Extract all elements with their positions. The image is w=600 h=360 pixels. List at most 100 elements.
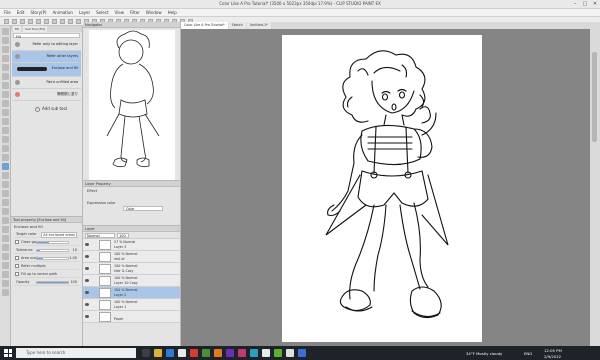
eye-icon[interactable]	[85, 267, 89, 270]
app-icon[interactable]	[298, 349, 306, 357]
tool-icon[interactable]	[1, 190, 9, 197]
tool-icon[interactable]	[1, 271, 9, 278]
language-indicator[interactable]: ENG	[524, 351, 532, 356]
tool-icon[interactable]	[1, 145, 9, 152]
tool-icon[interactable]	[1, 127, 9, 134]
expression-color-select[interactable]: Color	[123, 206, 163, 211]
layer-opacity-field[interactable]: 100	[117, 232, 129, 238]
tool-icon[interactable]	[1, 235, 9, 242]
close-button[interactable]: ✕	[590, 0, 600, 9]
doc-tab-main[interactable]: Color Like A Pro Tutorial*	[181, 22, 228, 29]
navigator-preview[interactable]	[89, 30, 175, 180]
canvas-page[interactable]	[282, 35, 482, 342]
minimize-button[interactable]: –	[570, 0, 580, 9]
app-icon[interactable]	[238, 349, 246, 357]
eye-icon[interactable]	[85, 303, 89, 306]
area-scaling-slider[interactable]	[36, 257, 69, 260]
eye-icon[interactable]	[85, 279, 89, 282]
tab-fill[interactable]: Fill	[13, 26, 22, 32]
menu-help[interactable]: Help	[168, 10, 177, 15]
command-bar-icon[interactable]	[4, 19, 9, 24]
store-icon[interactable]	[178, 349, 186, 357]
menu-layer[interactable]: Layer	[79, 10, 90, 15]
command-bar-icon[interactable]	[60, 19, 65, 24]
clock-date[interactable]: 2/9/2022	[544, 354, 561, 359]
fill-vector-checkbox[interactable]	[15, 272, 19, 276]
tool-icon[interactable]	[1, 217, 9, 224]
tool-icon[interactable]	[1, 46, 9, 53]
menu-select[interactable]: Select	[96, 10, 108, 15]
scrollbar-thumb[interactable]	[592, 52, 597, 142]
eye-icon[interactable]	[85, 243, 89, 246]
layer-row[interactable]: Paper	[83, 311, 180, 323]
app-icon[interactable]	[250, 349, 258, 357]
subtool-paint-unfilled[interactable]: Paint unfilled area	[12, 77, 81, 89]
tool-icon[interactable]	[1, 244, 9, 251]
opacity-slider[interactable]	[36, 281, 69, 284]
tool-icon[interactable]	[1, 226, 9, 233]
command-bar-icon[interactable]	[44, 19, 49, 24]
tool-icon[interactable]	[1, 289, 9, 296]
command-bar-icon[interactable]	[28, 19, 33, 24]
maximize-button[interactable]: □	[580, 0, 590, 9]
refer-multiple-checkbox[interactable]	[15, 264, 19, 268]
app-icon[interactable]	[202, 349, 210, 357]
tool-icon[interactable]	[1, 37, 9, 44]
menu-story[interactable]: Story(P)	[30, 10, 46, 15]
tool-icon[interactable]	[1, 91, 9, 98]
doc-tab-sketch[interactable]: Sketch	[228, 22, 246, 29]
subtool-close-gap-fill[interactable]: 隙間閉じ塗り	[12, 89, 81, 101]
clock-time[interactable]: 12:05 PM	[544, 348, 562, 353]
tool-icon[interactable]	[1, 82, 9, 89]
eye-icon[interactable]	[85, 291, 89, 294]
tool-icon[interactable]	[1, 28, 9, 35]
taskbar-search-input[interactable]: Type here to search	[16, 348, 136, 358]
app-icon[interactable]	[262, 349, 270, 357]
command-bar-icon[interactable]	[68, 19, 73, 24]
tool-icon[interactable]	[1, 172, 9, 179]
tool-icon[interactable]	[1, 163, 9, 170]
command-bar-icon[interactable]	[76, 19, 81, 24]
tool-icon[interactable]	[1, 280, 9, 287]
tool-icon[interactable]	[1, 208, 9, 215]
task-view-icon[interactable]	[142, 349, 150, 357]
subtool-refer-other[interactable]: Refer other layers	[12, 51, 81, 63]
tool-icon[interactable]	[1, 181, 9, 188]
subtool-filter[interactable]: Fill	[13, 33, 80, 39]
menu-filter[interactable]: Filter	[130, 10, 140, 15]
windows-start-icon[interactable]	[4, 349, 12, 357]
add-subtool-button[interactable]: Add sub tool	[35, 106, 67, 112]
file-explorer-icon[interactable]	[154, 349, 162, 357]
layer-row[interactable]: 100 % Normal Hair & Cozy	[83, 263, 180, 275]
tab-subtool-fill[interactable]: Sub Tool [Fill]	[23, 26, 47, 32]
app-icon[interactable]	[190, 349, 198, 357]
doc-tab-untitled[interactable]: Untitled-1*	[246, 22, 271, 29]
subtool-enclose-fill[interactable]: Enclose and fill	[12, 63, 81, 77]
weather-widget[interactable]: 34°F Mostly cloudy	[466, 351, 502, 356]
edge-icon[interactable]	[166, 349, 174, 357]
tool-icon[interactable]	[1, 64, 9, 71]
close-gap-slider[interactable]	[36, 241, 69, 244]
command-bar-icon[interactable]	[12, 19, 17, 24]
tool-icon[interactable]	[1, 118, 9, 125]
tool-icon[interactable]	[1, 109, 9, 116]
command-bar-icon[interactable]	[36, 19, 41, 24]
tool-icon[interactable]	[1, 100, 9, 107]
app-icon[interactable]	[226, 349, 234, 357]
app-icon[interactable]	[274, 349, 282, 357]
menu-window[interactable]: Window	[146, 10, 162, 15]
layer-row[interactable]: 100 % Normal Layer 10 Copy	[83, 275, 180, 287]
subtool-refer-editing[interactable]: Refer only to editing layer	[12, 39, 81, 51]
menu-animation[interactable]: Animation	[53, 10, 73, 15]
close-gap-checkbox[interactable]	[15, 240, 19, 244]
tool-icon[interactable]	[1, 136, 9, 143]
layer-row[interactable]: 57 % Normal Layer 3	[83, 239, 180, 251]
clip-studio-icon[interactable]	[286, 349, 294, 357]
command-bar-icon[interactable]	[52, 19, 57, 24]
tool-icon[interactable]	[1, 73, 9, 80]
layer-row[interactable]: 100 % Normal Layer 2	[83, 287, 180, 299]
blend-mode-select[interactable]: Normal	[85, 232, 115, 238]
eye-icon[interactable]	[85, 315, 89, 318]
tool-icon[interactable]	[1, 253, 9, 260]
menu-edit[interactable]: Edit	[17, 10, 25, 15]
